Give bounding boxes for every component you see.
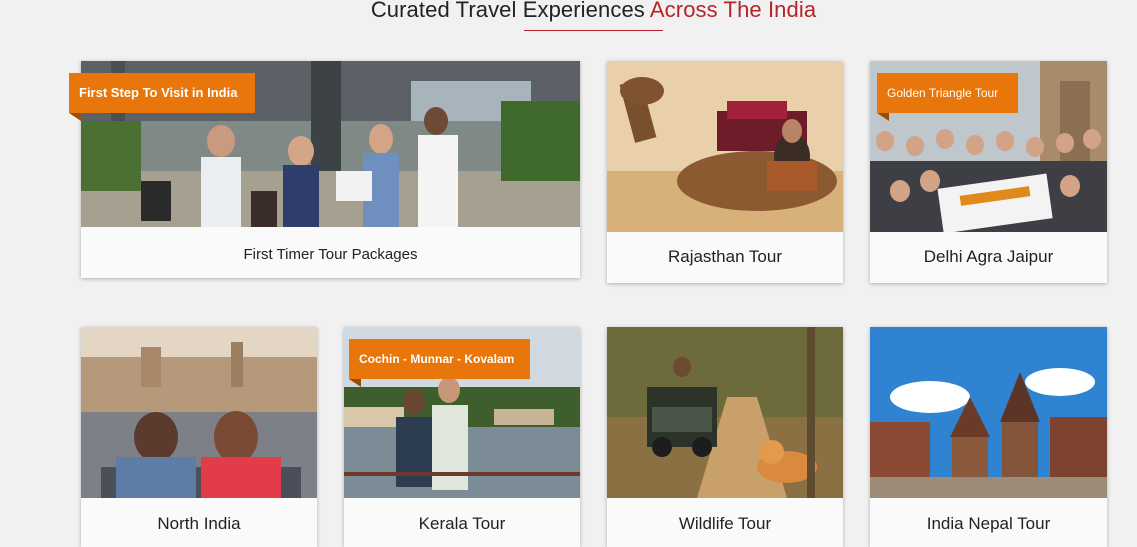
tour-title-north-india[interactable]: North India	[81, 514, 317, 534]
tag-label: First Step To Visit in India	[79, 85, 238, 100]
tour-card-golden-triangle[interactable]: Golden Triangle Tour Delhi Agra Jaipur	[870, 61, 1107, 283]
tour-card-first-timer[interactable]: First Step To Visit in India First Timer…	[69, 61, 580, 278]
tag-label: Golden Triangle Tour	[887, 86, 999, 100]
heading-accent: Across The India	[649, 0, 817, 22]
tour-title-delhi-agra-jaipur[interactable]: Delhi Agra Jaipur	[870, 247, 1107, 267]
tour-card-kerala[interactable]: Cochin - Munnar - Kovalam Kerala Tour	[344, 327, 580, 547]
tag-label: Cochin - Munnar - Kovalam	[359, 352, 515, 366]
section-heading: Curated Travel Experiences Across The In…	[0, 0, 1137, 23]
tour-photo-north-india[interactable]	[81, 327, 317, 498]
tour-title-first-timer[interactable]: First Timer Tour Packages	[81, 246, 580, 263]
tour-title-rajasthan[interactable]: Rajasthan Tour	[607, 247, 843, 267]
tour-photo-wildlife[interactable]	[607, 327, 843, 498]
tour-title-wildlife[interactable]: Wildlife Tour	[607, 514, 843, 534]
tour-card-north-india[interactable]: North India	[81, 327, 317, 547]
tour-title-india-nepal[interactable]: India Nepal Tour	[870, 514, 1107, 534]
heading-underline	[524, 30, 663, 31]
tour-title-kerala[interactable]: Kerala Tour	[344, 514, 580, 534]
heading-main: Curated Travel Experiences	[370, 0, 645, 22]
tour-card-india-nepal[interactable]: India Nepal Tour	[870, 327, 1107, 547]
tour-card-wildlife[interactable]: Wildlife Tour	[607, 327, 843, 547]
tour-tag-first-step: First Step To Visit in India	[69, 73, 255, 121]
tour-tag-kerala: Cochin - Munnar - Kovalam	[349, 339, 530, 387]
tour-photo-india-nepal[interactable]	[870, 327, 1107, 498]
tour-photo-rajasthan[interactable]	[607, 61, 843, 232]
tour-tag-golden-triangle: Golden Triangle Tour	[877, 73, 1018, 121]
tour-card-rajasthan[interactable]: Rajasthan Tour	[607, 61, 843, 283]
